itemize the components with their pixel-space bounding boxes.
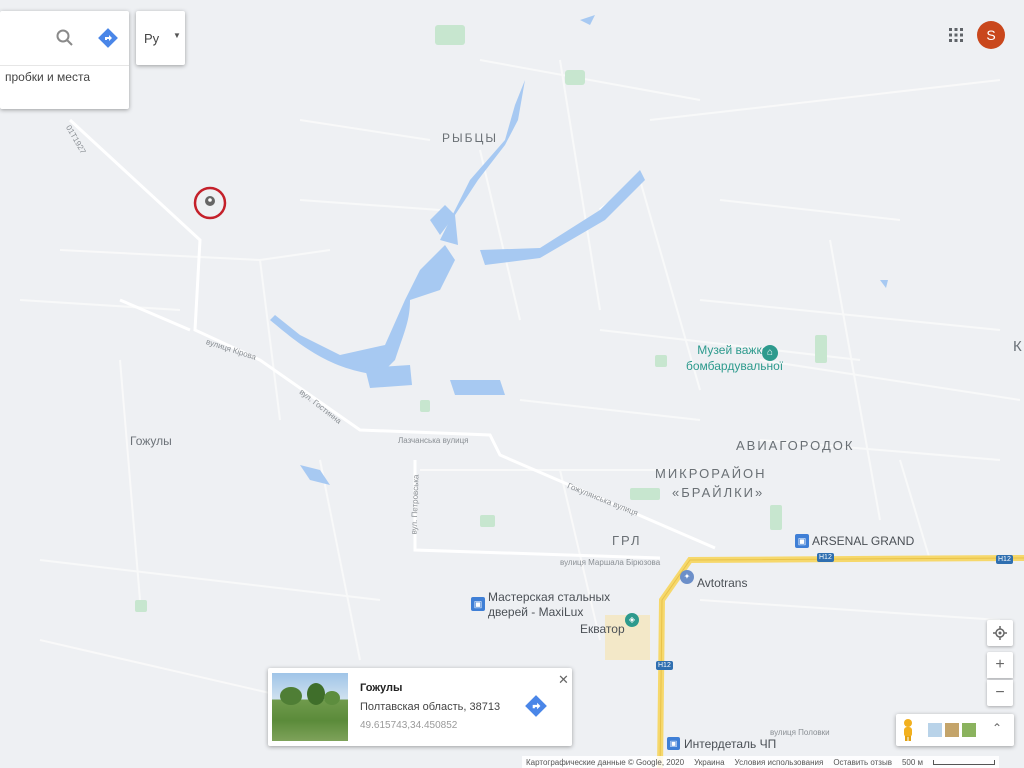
dropdown-arrow-icon: ▼ [173,31,181,40]
map-canvas[interactable] [0,0,1024,768]
language-select[interactable]: Ру ▼ [136,11,185,65]
road-shield: H12 [996,555,1013,564]
minus-icon: − [995,684,1005,701]
poi-masterskaya-line1: Мастерская стальных [488,590,611,604]
shop-icon: ▣ [667,737,680,750]
apps-grid-icon[interactable] [948,27,964,43]
plus-icon: + [995,656,1005,673]
road-shield: H12 [817,553,834,562]
avatar-letter: S [986,27,996,43]
place-label-gozhuly: Гожулы [130,434,172,448]
place-label-edge: К [1013,338,1022,355]
poi-avtotrans[interactable]: Avtotrans [697,576,747,590]
shopping-icon: ▣ [795,534,809,548]
pegman-icon[interactable] [901,718,915,742]
place-label-brailki: «БРАЙЛКИ» [672,485,765,500]
layer-thumbnail[interactable] [962,723,976,737]
terms-link[interactable]: Условия использования [735,758,824,767]
place-info-card[interactable]: Гожулы Полтавская область, 38713 49.6157… [268,668,572,746]
avatar[interactable]: S [977,21,1005,49]
expand-icon[interactable]: ⌃ [992,721,1002,735]
country-link[interactable]: Украина [694,758,724,767]
place-thumbnail[interactable] [272,673,348,741]
place-label-grl: ГРЛ [612,533,642,548]
layer-thumbnail[interactable] [945,723,959,737]
search-panel: пробки и места [0,11,129,109]
layer-thumbnail[interactable] [928,723,942,737]
street-label: вулиця Маршала Бірюзова [560,558,661,567]
pin-icon: ✦ [680,570,694,584]
street-label: вулиця Половки [770,728,830,737]
poi-masterskaya-line2: дверей - MaxiLux [488,605,584,619]
poi-masterskaya[interactable]: Мастерская стальных дверей - MaxiLux [488,590,610,620]
zoom-out-button[interactable]: − [987,680,1013,706]
layers-panel[interactable]: ⌃ [896,714,1014,746]
copyright-text: Картографические данные © Google, 2020 [526,757,685,767]
scale-label[interactable]: 500 м [902,758,923,767]
directions-icon[interactable] [98,28,118,48]
zoom-in-button[interactable]: + [987,652,1013,678]
search-suggestion[interactable]: пробки и места [5,70,90,84]
place-label-rybtsy: РЫБЦЫ [442,131,499,145]
place-label-mikroraion: МИКРОРАЙОН [655,466,767,481]
poi-interdetal[interactable]: Интердеталь ЧП [684,737,776,751]
search-icon[interactable] [55,28,75,48]
language-label: Ру [144,31,160,46]
my-location-button[interactable] [987,620,1013,646]
directions-icon[interactable] [525,695,547,717]
scale-bar [933,759,996,765]
road-shield: H12 [656,661,673,670]
ekvator-icon: ◈ [625,613,639,627]
place-coordinates[interactable]: 49.615743,34.450852 [360,720,457,731]
place-title: Гожулы [360,682,403,694]
poi-ekvator[interactable]: Екватор [580,622,625,636]
close-icon[interactable]: ✕ [558,672,569,688]
place-address: Полтавская область, 38713 [360,701,501,713]
shop-icon: ▣ [471,597,485,611]
museum-icon: ⌂ [762,345,778,361]
crosshair-icon [993,626,1007,640]
poi-arsenal[interactable]: ARSENAL GRAND [812,534,914,548]
street-label: Лазчанська вулиця [398,436,469,445]
feedback-link[interactable]: Оставить отзыв [833,758,892,767]
map-footer: Картографические данные © Google, 2020 У… [522,756,1000,768]
place-label-aviagorodok: АВИАГОРОДОК [736,438,855,453]
